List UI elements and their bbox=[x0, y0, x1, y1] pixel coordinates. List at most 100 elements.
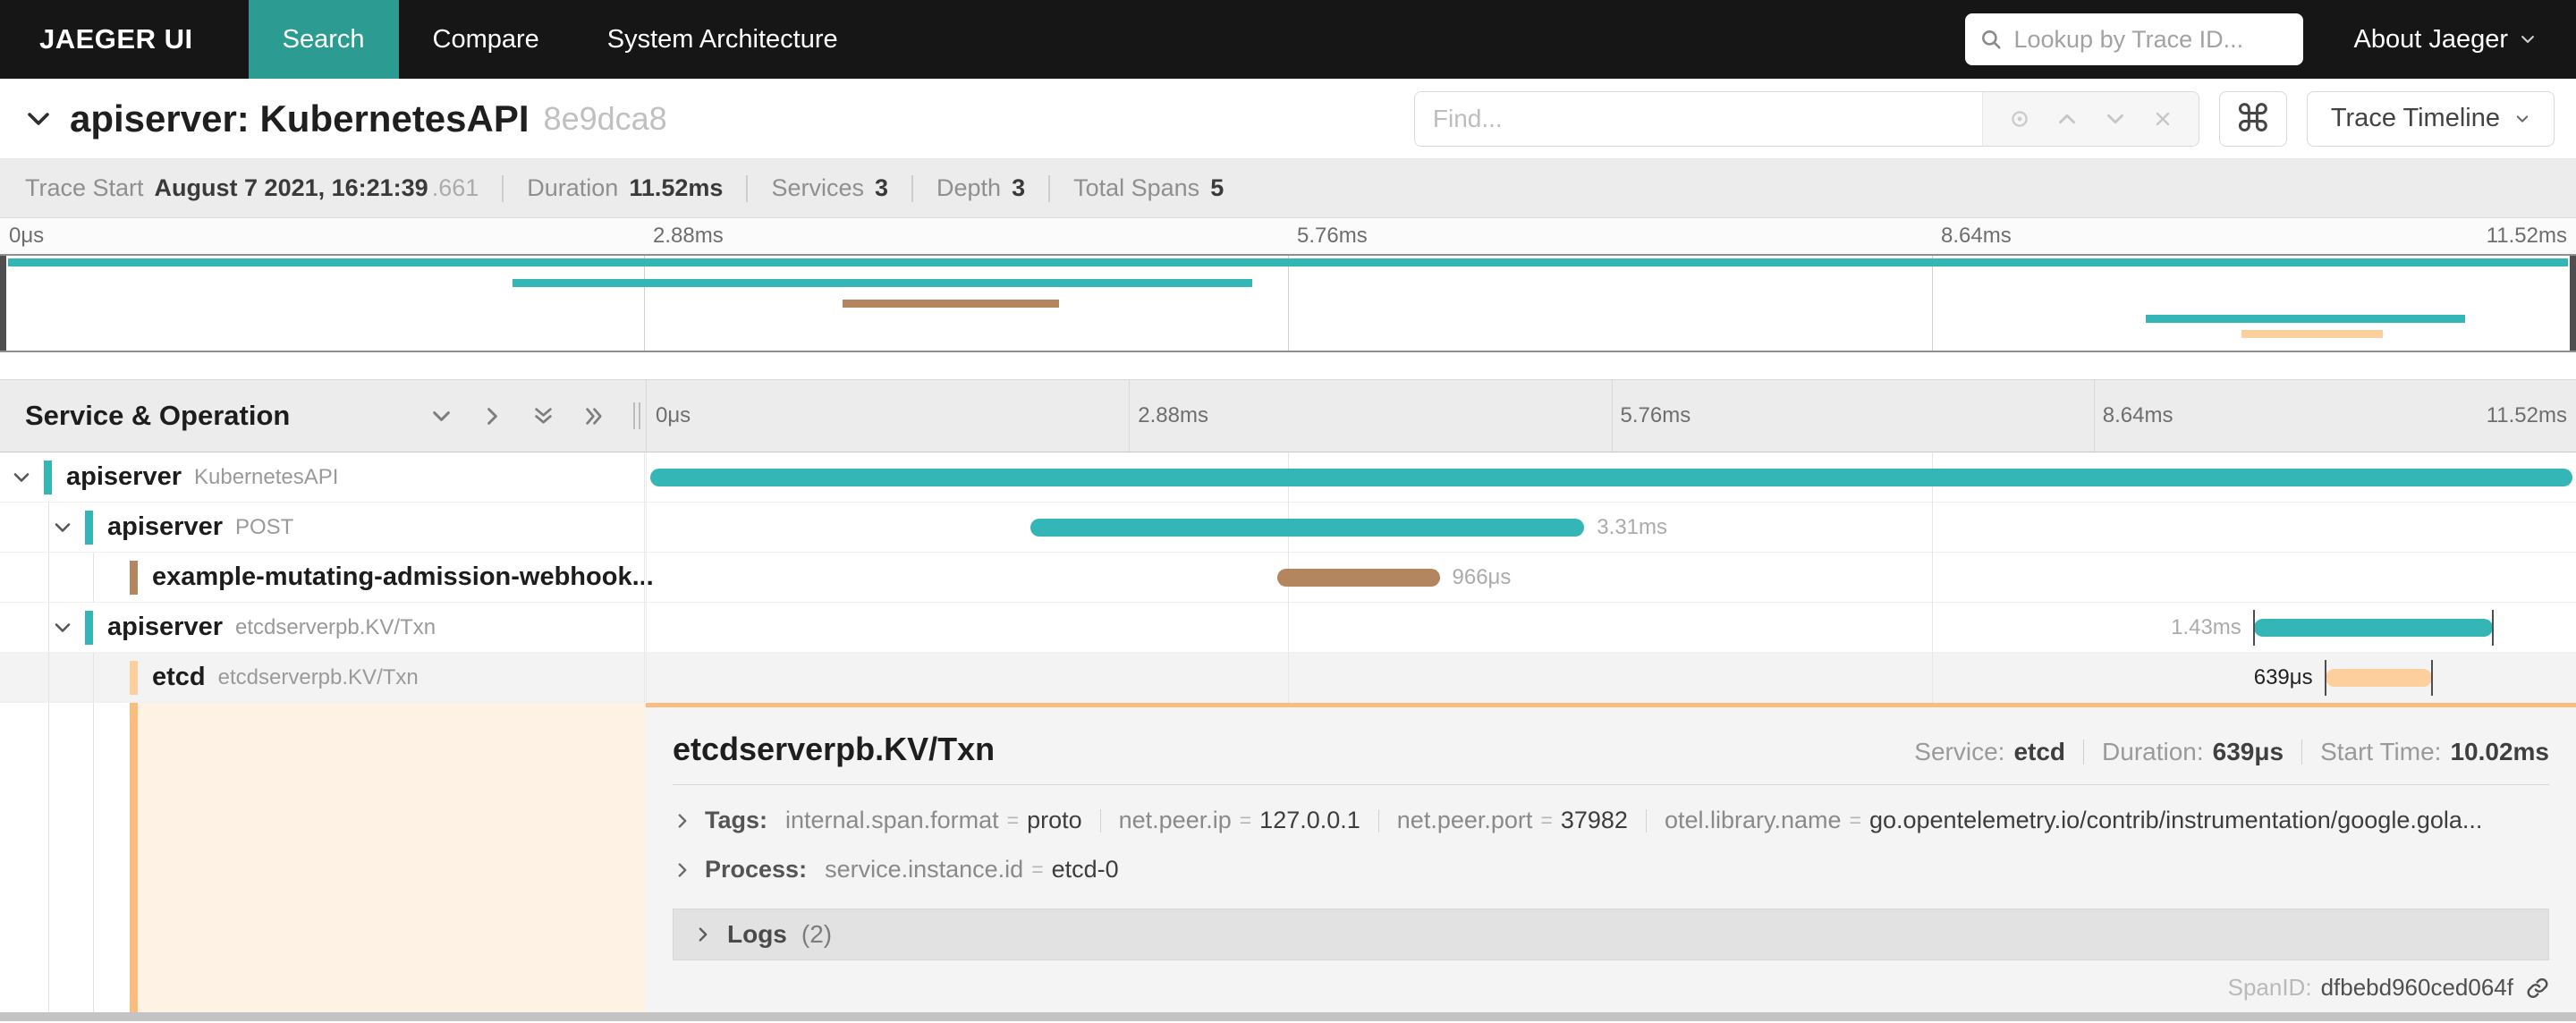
next-match-icon[interactable] bbox=[2104, 107, 2127, 131]
span-operation: POST bbox=[235, 514, 294, 539]
minimap-right-scrubber[interactable] bbox=[2570, 256, 2576, 351]
find-controls bbox=[1981, 91, 2199, 146]
app-logo[interactable]: JAEGER UI bbox=[0, 0, 249, 79]
service-operation-header: Service & Operation bbox=[0, 380, 646, 452]
summary-services: Services 3 bbox=[771, 174, 888, 201]
trace-minimap[interactable] bbox=[0, 254, 2576, 352]
tags-accordion[interactable]: Tags: internal.span.format = proto net.pee… bbox=[673, 807, 2549, 834]
span-bar[interactable] bbox=[2253, 619, 2494, 637]
tree-guide bbox=[48, 653, 49, 702]
spacer bbox=[0, 352, 2576, 379]
trace-title: apiserver: KubernetesAPI bbox=[70, 97, 530, 140]
expand-one-icon[interactable] bbox=[480, 404, 504, 428]
find-input[interactable] bbox=[1414, 91, 1982, 146]
span-color-block bbox=[130, 560, 138, 595]
gridline bbox=[1932, 452, 1933, 703]
span-operation: etcdserverpb.KV/Txn bbox=[217, 664, 419, 689]
chevron-down-icon[interactable] bbox=[52, 617, 80, 638]
about-jaeger-menu[interactable]: About Jaeger bbox=[2353, 0, 2537, 79]
span-track: 639μs bbox=[646, 653, 2576, 702]
trace-collapse-chevron-icon[interactable] bbox=[23, 104, 54, 134]
divider bbox=[1048, 174, 1051, 202]
span-bar[interactable] bbox=[1277, 569, 1440, 587]
tree-guide bbox=[48, 603, 49, 652]
span-name-cell[interactable]: apiserver KubernetesAPI bbox=[0, 452, 646, 502]
find-bar bbox=[1413, 90, 2199, 147]
trace-summary-bar: Trace Start August 7 2021, 16:21:39.661 … bbox=[0, 159, 2576, 218]
span-bound-tick bbox=[2492, 610, 2495, 646]
tree-guide bbox=[48, 553, 49, 602]
focus-match-icon[interactable] bbox=[2008, 107, 2031, 131]
summary-total-spans: Total Spans 5 bbox=[1073, 174, 1224, 201]
span-detail-panel: etcdserverpb.KV/Txn Service: etcd Durati… bbox=[646, 703, 2576, 1012]
nav-tab-compare[interactable]: Compare bbox=[399, 0, 573, 79]
about-jaeger-label: About Jaeger bbox=[2353, 24, 2508, 54]
divider bbox=[502, 174, 504, 202]
span-duration-label: 639μs bbox=[2253, 664, 2313, 689]
span-bound-tick bbox=[2252, 610, 2255, 646]
divider bbox=[1377, 808, 1379, 833]
minimap-left-scrubber[interactable] bbox=[0, 256, 6, 351]
selected-span-highlight bbox=[138, 703, 646, 1012]
minimap-span-bar bbox=[2241, 330, 2383, 338]
minimap-span-bar bbox=[842, 300, 1059, 308]
span-color-block bbox=[85, 610, 93, 645]
keyboard-shortcuts-button[interactable]: ⌘ bbox=[2218, 90, 2287, 147]
clear-find-icon[interactable] bbox=[2152, 108, 2174, 130]
span-color-block bbox=[44, 460, 52, 495]
span-service: apiserver bbox=[66, 462, 182, 491]
tick-label: 0μs bbox=[9, 224, 45, 248]
chevron-down-icon[interactable] bbox=[11, 467, 39, 488]
span-detail-row: etcdserverpb.KV/Txn Service: etcd Durati… bbox=[0, 703, 2576, 1012]
span-name-cell[interactable]: example-mutating-admission-webhook... bbox=[0, 553, 654, 602]
collapse-all-icon[interactable] bbox=[531, 404, 555, 428]
tick-label: 5.76ms bbox=[1297, 224, 1368, 248]
minimap-span-bar bbox=[7, 258, 2569, 266]
span-duration-label: 1.43ms bbox=[2171, 614, 2241, 639]
horizontal-scrollbar[interactable] bbox=[0, 1012, 2576, 1021]
divider bbox=[1645, 808, 1647, 833]
expand-all-icon[interactable] bbox=[582, 404, 606, 428]
span-name-cell[interactable]: apiserver POST bbox=[0, 503, 646, 552]
divider bbox=[746, 174, 749, 202]
tick-label: 11.52ms bbox=[2486, 403, 2567, 427]
trace-id-short: 8e9dca8 bbox=[543, 99, 667, 137]
logs-accordion[interactable]: Logs (2) bbox=[673, 909, 2549, 960]
minimap-ticks: 0μs 2.88ms 5.76ms 8.64ms 11.52ms bbox=[0, 218, 2576, 254]
span-detail-left-gutter bbox=[0, 703, 646, 1012]
span-name-cell[interactable]: etcd etcdserverpb.KV/Txn bbox=[0, 653, 646, 702]
trace-header: apiserver: KubernetesAPI 8e9dca8 ⌘ Trace… bbox=[0, 79, 2576, 159]
tick-label: 11.52ms bbox=[2486, 224, 2567, 248]
divider bbox=[2301, 740, 2303, 765]
process-accordion[interactable]: Process: service.instance.id = etcd-0 bbox=[673, 856, 2549, 884]
span-bar[interactable] bbox=[1030, 519, 1585, 537]
summary-duration: Duration 11.52ms bbox=[527, 174, 724, 201]
span-bar[interactable] bbox=[2325, 669, 2433, 687]
nav-tab-search[interactable]: Search bbox=[248, 0, 399, 79]
span-track: 1.43ms bbox=[646, 603, 2576, 652]
service-operation-label: Service & Operation bbox=[25, 400, 291, 431]
tick-label: 2.88ms bbox=[1138, 403, 1208, 427]
span-bar[interactable] bbox=[650, 469, 2572, 486]
column-resizer-handle[interactable] bbox=[633, 402, 640, 429]
span-track bbox=[646, 452, 2576, 502]
trace-view-selector[interactable]: Trace Timeline bbox=[2306, 90, 2555, 147]
collapse-one-icon[interactable] bbox=[429, 404, 453, 428]
trace-id-lookup-input[interactable] bbox=[2013, 25, 2290, 54]
tree-guide bbox=[93, 553, 94, 602]
chevron-right-icon bbox=[673, 811, 692, 831]
span-operation: KubernetesAPI bbox=[194, 464, 339, 489]
span-service: apiserver bbox=[107, 512, 223, 541]
prev-match-icon[interactable] bbox=[2055, 107, 2079, 131]
chevron-down-icon[interactable] bbox=[52, 517, 80, 538]
gridline bbox=[1932, 256, 1933, 351]
link-icon[interactable] bbox=[2526, 976, 2549, 1000]
span-duration-label: 966μs bbox=[1452, 564, 1512, 589]
nav-tab-system-architecture[interactable]: System Architecture bbox=[573, 0, 872, 79]
gridline bbox=[644, 256, 645, 351]
span-name-cell[interactable]: apiserver etcdserverpb.KV/Txn bbox=[0, 603, 646, 652]
tree-guide bbox=[48, 703, 49, 1012]
tree-guide bbox=[93, 653, 94, 702]
gridline bbox=[644, 452, 645, 703]
